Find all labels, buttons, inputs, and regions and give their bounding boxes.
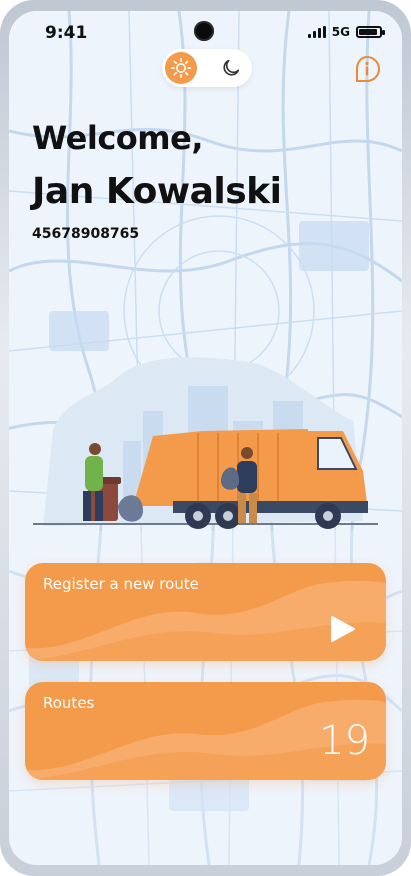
dark-theme-button[interactable] xyxy=(215,52,247,84)
phone-frame: 9:41 5G Welcome, Jan Kowalski 4567890876… xyxy=(0,0,411,876)
welcome-text: Welcome, xyxy=(32,119,203,157)
info-icon xyxy=(356,55,381,82)
status-time: 9:41 xyxy=(45,23,88,43)
user-id: 45678908765 xyxy=(32,226,140,242)
signal-icon xyxy=(307,26,326,38)
network-type: 5G xyxy=(331,25,350,39)
light-theme-button[interactable] xyxy=(165,52,197,84)
routes-count: 19 xyxy=(319,718,370,764)
battery-icon xyxy=(356,26,385,38)
app-screen: 9:41 5G Welcome, Jan Kowalski 4567890876… xyxy=(9,11,402,865)
register-route-card[interactable]: Register a new route xyxy=(25,563,386,661)
play-icon xyxy=(331,616,355,642)
user-name: Jan Kowalski xyxy=(32,171,282,212)
moon-icon xyxy=(223,59,240,76)
register-route-label: Register a new route xyxy=(43,575,199,593)
theme-toggle xyxy=(162,49,252,87)
info-button[interactable] xyxy=(354,55,382,83)
sun-icon xyxy=(171,58,191,78)
routes-label: Routes xyxy=(43,694,95,712)
status-icons: 5G xyxy=(307,25,385,39)
routes-card[interactable]: Routes 19 xyxy=(25,682,386,780)
camera-cutout xyxy=(194,21,214,41)
garbage-truck-illustration xyxy=(33,357,378,529)
